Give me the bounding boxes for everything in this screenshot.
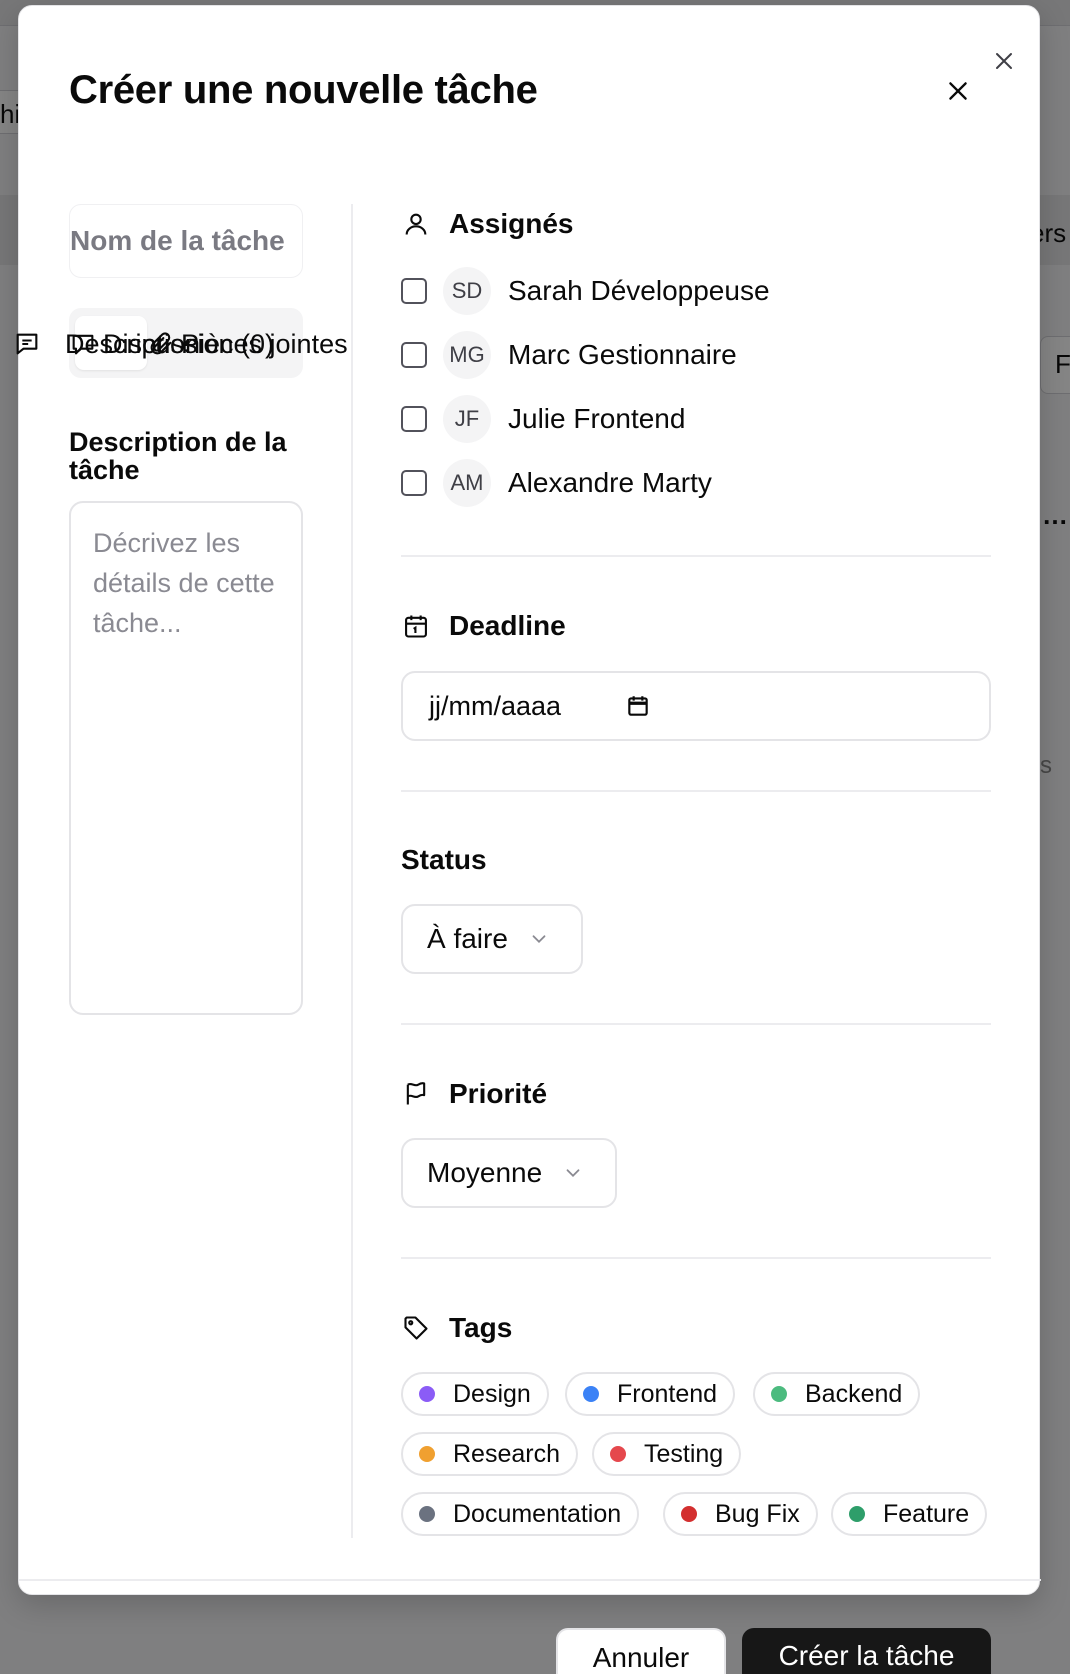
create-task-button[interactable]: Créer la tâche (742, 1628, 991, 1674)
avatar: AM (443, 459, 491, 507)
section-divider (401, 1023, 991, 1025)
close-icon (996, 53, 1012, 69)
tag-chip-design[interactable]: Design (401, 1372, 549, 1416)
tag-chip-bug-fix[interactable]: Bug Fix (663, 1492, 818, 1536)
tag-label: Frontend (617, 1379, 718, 1408)
priority-label: Priorité (449, 1078, 548, 1109)
assignee-name: Sarah Développeuse (508, 275, 770, 306)
tag-color-dot (419, 1506, 435, 1522)
assignee-checkbox[interactable] (401, 278, 427, 304)
section-divider (401, 1257, 991, 1259)
cancel-button[interactable]: Annuler (556, 1628, 726, 1674)
paperclip-icon (150, 332, 172, 355)
priority-heading: Priorité (401, 1074, 547, 1114)
tag-label: Bug Fix (715, 1499, 800, 1528)
description-label: Description de la tâche (69, 427, 287, 485)
status-label: Status (401, 844, 487, 875)
tag-color-dot (419, 1446, 435, 1462)
assignee-name: Julie Frontend (508, 403, 686, 434)
description-textarea[interactable]: Décrivez les détails de cette tâche... (69, 501, 303, 1015)
tab-attachments[interactable]: Pièces jointes (147, 324, 348, 364)
section-divider (401, 790, 991, 792)
tag-label: Documentation (453, 1499, 622, 1528)
tag-chip-research[interactable]: Research (401, 1432, 578, 1476)
calendar-icon (405, 615, 427, 638)
tag-chip-backend[interactable]: Backend (753, 1372, 921, 1416)
calendar-icon (628, 696, 648, 716)
tag-chip-feature[interactable]: Feature (831, 1492, 988, 1536)
assignee-checkbox[interactable] (401, 470, 427, 496)
deadline-label: Deadline (449, 610, 566, 641)
assignees-heading: Assignés (401, 204, 574, 244)
assignee-row[interactable]: SD Sarah Développeuse (401, 266, 770, 316)
close-button[interactable] (987, 44, 1021, 78)
date-placeholder: jj/mm/aaaa (429, 690, 562, 721)
tag-chip-documentation[interactable]: Documentation (401, 1492, 640, 1536)
assignee-checkbox[interactable] (401, 406, 427, 432)
status-heading: Status (401, 840, 487, 880)
avatar: SD (443, 267, 491, 315)
description-placeholder: Décrivez les détails de cette tâche... (93, 528, 275, 638)
status-value: À faire (427, 923, 508, 954)
assignee-row[interactable]: AM Alexandre Marty (401, 458, 712, 508)
priority-value: Moyenne (427, 1157, 543, 1188)
tag-label: Feature (883, 1499, 970, 1528)
column-divider (351, 204, 353, 1538)
tag-icon (404, 1316, 428, 1340)
assignee-name: Marc Gestionnaire (508, 339, 737, 370)
tag-label: Backend (805, 1379, 903, 1408)
section-divider (401, 555, 991, 557)
priority-select[interactable]: Moyenne (401, 1138, 617, 1208)
assignee-row[interactable]: MG Marc Gestionnaire (401, 330, 737, 380)
modal-title: Créer une nouvelle tâche (69, 68, 538, 112)
tab-label: Pièces jointes (181, 328, 348, 359)
tag-chip-testing[interactable]: Testing (592, 1432, 742, 1476)
tag-color-dot (610, 1446, 626, 1462)
user-icon (405, 213, 427, 235)
tags-label: Tags (449, 1312, 513, 1343)
tag-label: Design (453, 1379, 531, 1408)
assignee-checkbox[interactable] (401, 342, 427, 368)
task-name-input[interactable]: Nom de la tâche (69, 204, 303, 278)
close-dialog-button[interactable] (939, 72, 977, 110)
tag-label: Testing (644, 1439, 724, 1468)
modal-footer-divider (19, 1579, 1041, 1581)
assignees-label: Assignés (449, 208, 574, 239)
tag-color-dot (583, 1386, 599, 1402)
message-square-icon (16, 333, 38, 355)
message-circle-icon (72, 334, 94, 355)
task-name-placeholder: Nom de la tâche (70, 225, 285, 256)
date-picker-button[interactable] (625, 693, 651, 719)
tags-heading: Tags (401, 1308, 512, 1348)
tag-color-dot (771, 1386, 787, 1402)
deadline-heading: Deadline (401, 606, 566, 646)
flag-icon (406, 1082, 426, 1105)
status-select[interactable]: À faire (401, 904, 583, 974)
assignee-row[interactable]: JF Julie Frontend (401, 394, 685, 444)
tag-chip-frontend[interactable]: Frontend (565, 1372, 736, 1416)
chevron-down-icon (532, 935, 546, 944)
tag-color-dot (681, 1506, 697, 1522)
tag-color-dot (419, 1386, 435, 1402)
chevron-down-icon (566, 1169, 580, 1178)
avatar: MG (443, 331, 491, 379)
deadline-date-input[interactable]: jj/mm/aaaa (401, 671, 991, 741)
close-icon (949, 82, 967, 100)
avatar: JF (443, 395, 491, 443)
create-task-modal: Créer une nouvelle tâche Nom de la tâche… (16, 5, 1041, 1595)
assignee-name: Alexandre Marty (508, 467, 712, 498)
tag-color-dot (849, 1506, 865, 1522)
tag-label: Research (453, 1439, 560, 1468)
